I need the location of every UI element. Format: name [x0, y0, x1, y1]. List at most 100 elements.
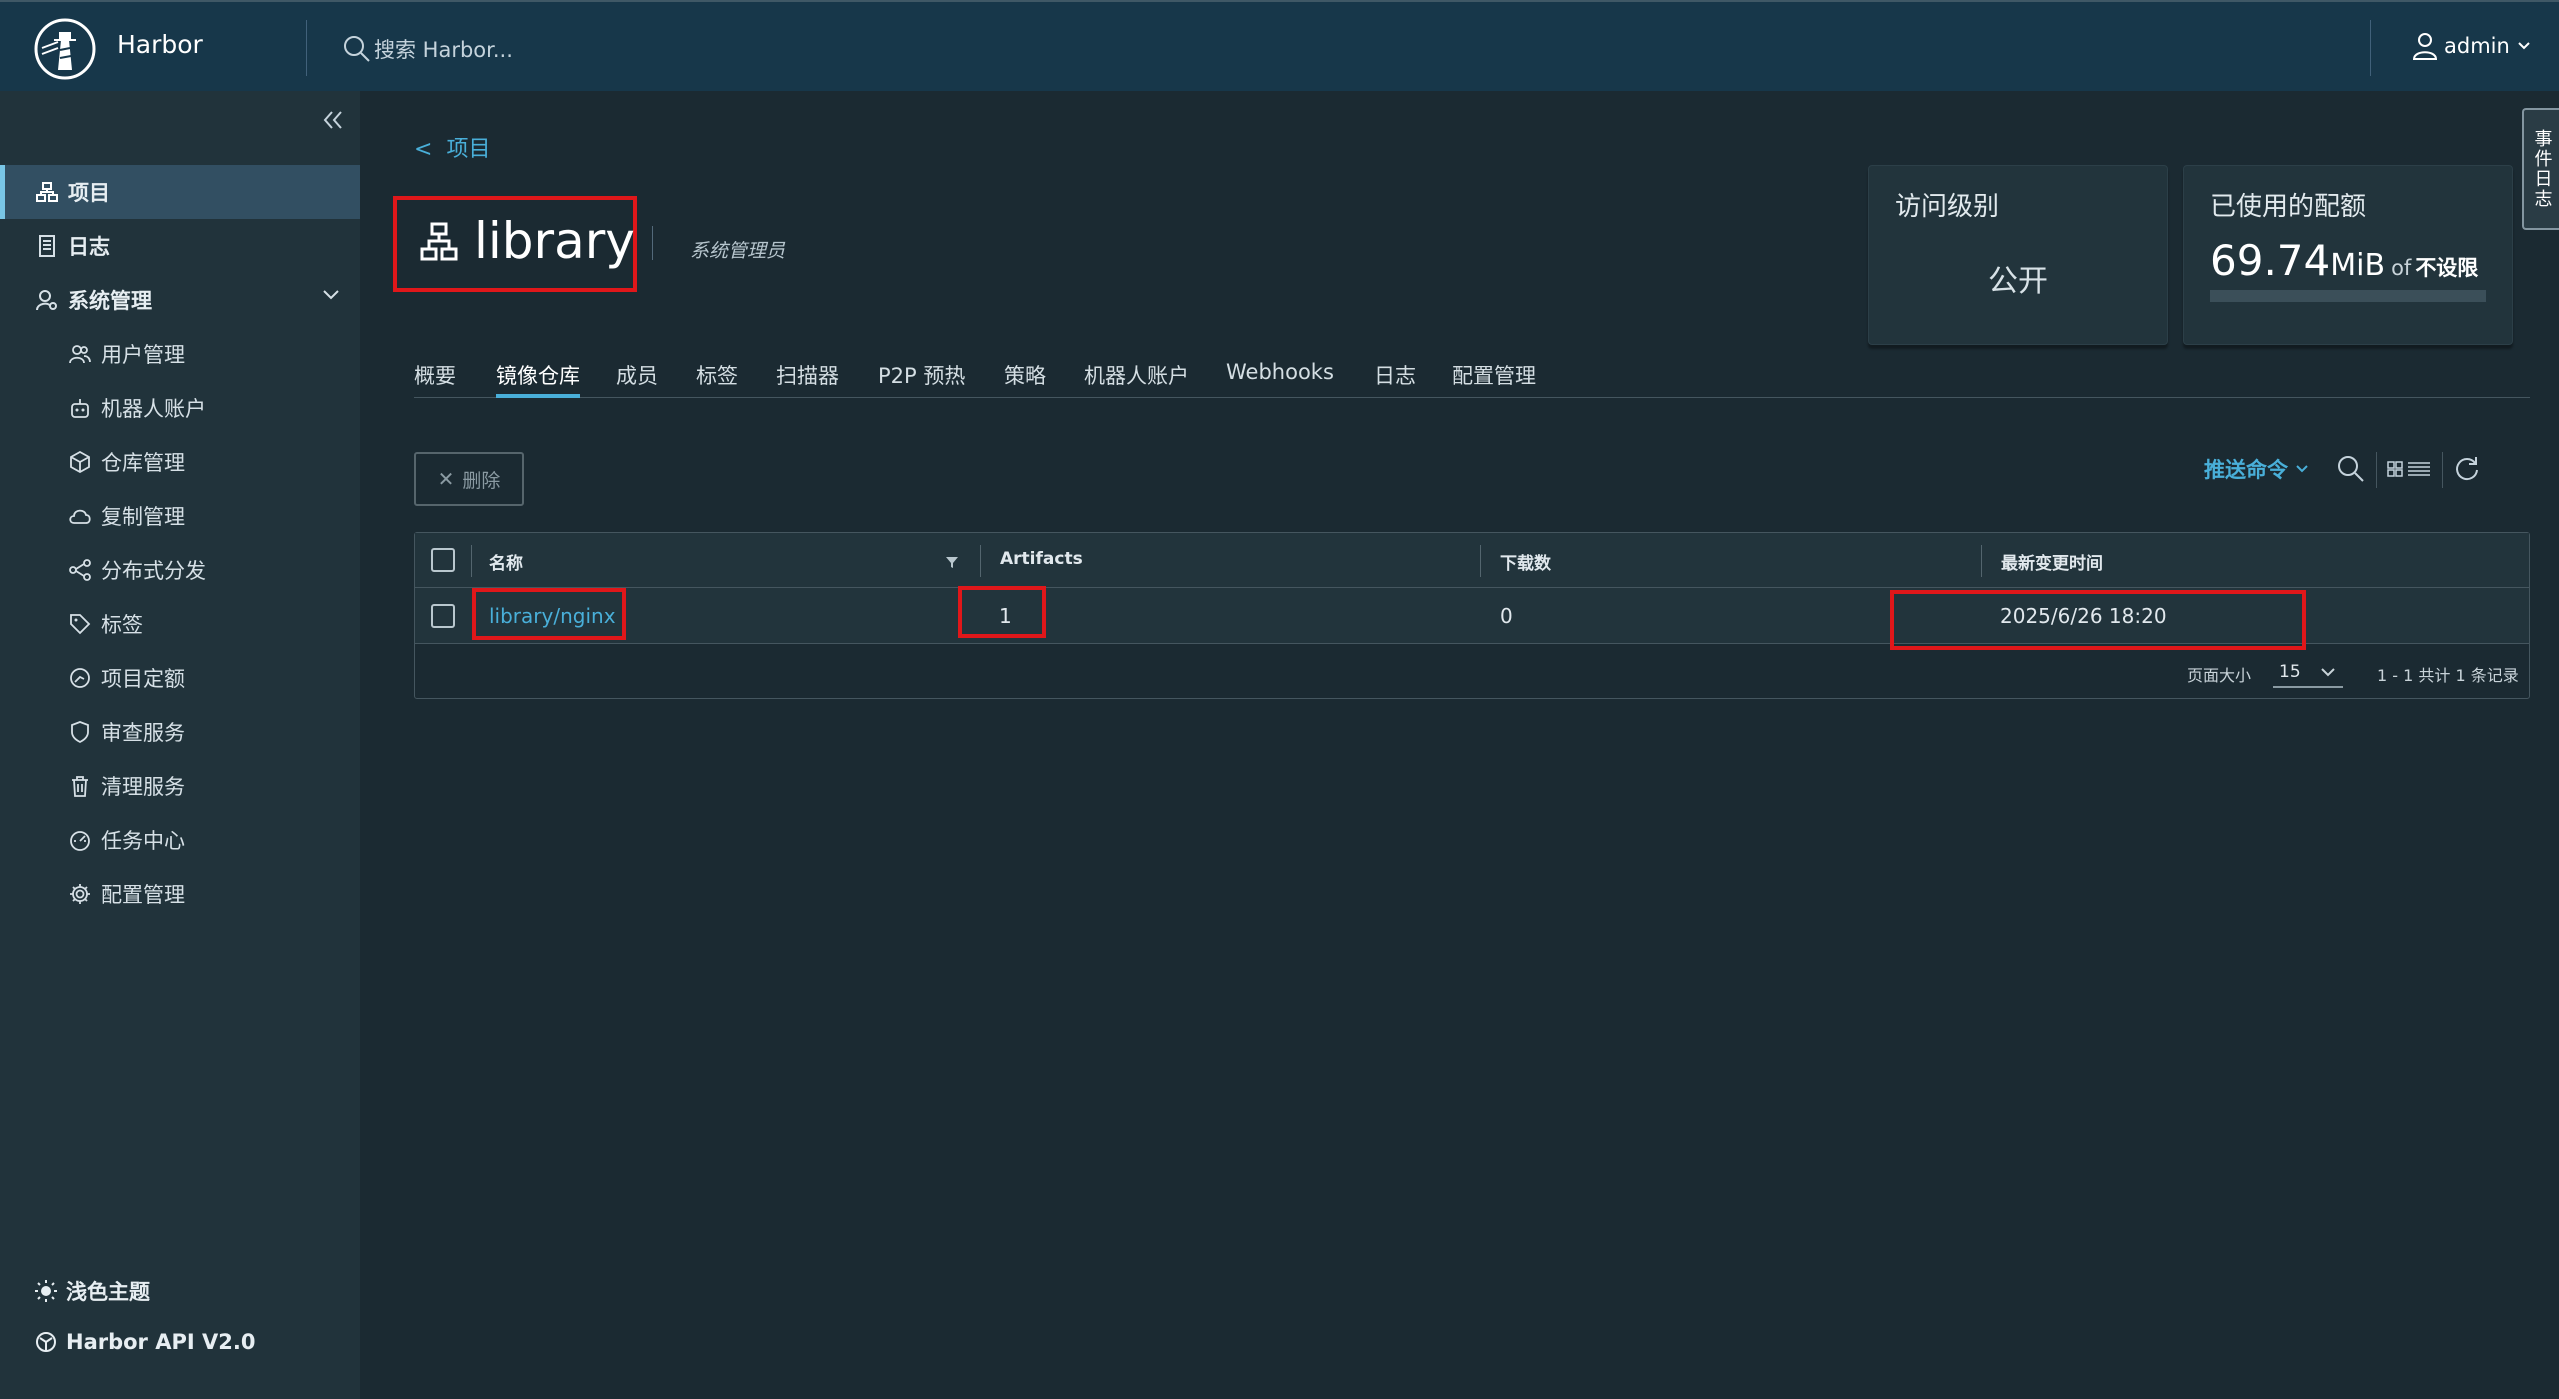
refresh-icon[interactable]	[2452, 453, 2482, 485]
sidebar-item-label: 分布式分发	[101, 559, 206, 583]
quota-usage: 69.74MiB of 不设限	[2210, 236, 2478, 285]
page-size-value: 15	[2279, 662, 2301, 682]
chevron-down-icon	[2296, 465, 2308, 473]
tab-repositories[interactable]: 镜像仓库	[496, 360, 580, 398]
trash-icon	[67, 773, 93, 799]
sidebar-item-quotas[interactable]: 项目定额	[0, 651, 360, 705]
role-label: 系统管理员	[690, 240, 786, 262]
push-command-dropdown[interactable]: 推送命令	[2204, 454, 2308, 484]
top-header: Harbor 搜索 Harbor... admin	[0, 0, 2559, 91]
sidebar-item-interrogation[interactable]: 审查服务	[0, 705, 360, 759]
highlight-box	[958, 586, 1046, 638]
tab-logs[interactable]: 日志	[1374, 360, 1416, 398]
event-log-label: 事件日志	[2531, 129, 2553, 209]
api-label: Harbor API V2.0	[66, 1330, 256, 1354]
sidebar-item-distribution[interactable]: 分布式分发	[0, 543, 360, 597]
theme-toggle[interactable]: 浅色主题	[34, 1276, 150, 1306]
sidebar-item-replication[interactable]: 复制管理	[0, 489, 360, 543]
event-log-tab[interactable]: 事件日志	[2522, 108, 2559, 230]
page-size-select[interactable]: 15	[2273, 654, 2343, 688]
tab-members[interactable]: 成员	[616, 360, 658, 398]
tab-summary[interactable]: 概要	[414, 360, 456, 398]
quota-unit: MiB	[2330, 248, 2386, 283]
gear-icon	[67, 881, 93, 907]
sidebar-item-label: 仓库管理	[101, 451, 185, 475]
sidebar-item-label: 项目定额	[101, 667, 185, 691]
sidebar-item-label: 清理服务	[101, 775, 185, 799]
chevron-down-icon	[2321, 668, 2335, 677]
sidebar-item-users[interactable]: 用户管理	[0, 327, 360, 381]
username: admin	[2444, 34, 2510, 58]
system-admin-icon	[34, 287, 60, 313]
tab-configuration[interactable]: 配置管理	[1452, 360, 1536, 398]
tab-scanner[interactable]: 扫描器	[776, 360, 839, 398]
registry-icon	[67, 449, 93, 475]
tab-labels[interactable]: 标签	[696, 360, 738, 398]
sidebar-item-projects[interactable]: 项目	[0, 165, 360, 219]
sidebar-item-label: 任务中心	[101, 829, 185, 853]
back-to-projects-link[interactable]: < 项目	[414, 131, 490, 163]
sidebar-item-job-center[interactable]: 任务中心	[0, 813, 360, 867]
logs-icon	[34, 233, 60, 259]
search-icon[interactable]	[2336, 453, 2366, 485]
sidebar-item-registries[interactable]: 仓库管理	[0, 435, 360, 489]
back-label: 项目	[446, 137, 491, 162]
downloads-count: 0	[1500, 604, 1513, 628]
project-tabs: 概要 镜像仓库 成员 标签 扫描器 P2P 预热 策略 机器人账户 Webhoo…	[414, 354, 2530, 398]
column-header-updated[interactable]: 最新变更时间	[2001, 549, 2103, 574]
sidebar-item-gc[interactable]: 清理服务	[0, 759, 360, 813]
projects-icon	[34, 179, 60, 205]
search-icon	[344, 36, 370, 62]
tab-policy[interactable]: 策略	[1004, 360, 1046, 398]
row-checkbox[interactable]	[431, 604, 455, 628]
sun-icon	[35, 1280, 57, 1302]
table-footer: 页面大小 15 1 - 1 共计 1 条记录	[415, 644, 2529, 699]
sidebar-item-label: 项目	[68, 181, 110, 205]
users-icon	[67, 341, 93, 367]
user-menu[interactable]: admin	[2412, 32, 2530, 60]
chevron-down-icon	[323, 290, 339, 300]
sidebar-item-robots[interactable]: 机器人账户	[0, 381, 360, 435]
tab-robot-accounts[interactable]: 机器人账户	[1084, 360, 1189, 398]
global-search[interactable]: 搜索 Harbor...	[342, 32, 513, 66]
page-title: library	[474, 212, 635, 270]
card-title: 已使用的配额	[2210, 192, 2367, 222]
sidebar-item-system-admin[interactable]: 系统管理	[0, 273, 360, 327]
header-divider	[2370, 20, 2371, 76]
title-divider	[652, 226, 653, 260]
access-level-value: 公开	[1988, 264, 2048, 299]
column-header-name[interactable]: 名称	[489, 549, 523, 574]
harbor-logo-icon[interactable]	[34, 18, 96, 80]
delete-button[interactable]: ✕ 删除	[414, 452, 524, 506]
quota-of: of	[2391, 256, 2412, 280]
quota-limit: 不设限	[2415, 256, 2479, 280]
sidebar-item-configuration[interactable]: 配置管理	[0, 867, 360, 921]
column-header-artifacts[interactable]: Artifacts	[1000, 549, 1083, 569]
delete-label: 删除	[462, 469, 501, 492]
toolbar-divider	[2376, 452, 2377, 488]
sidebar-item-label: 配置管理	[101, 883, 185, 907]
sidebar-item-logs[interactable]: 日志	[0, 219, 360, 273]
sidebar: 项目 日志 系统管理 用户管理 机器人账户 仓库管理 复制管理 分布式分发 标签…	[0, 91, 360, 1399]
view-toggle-icon[interactable]	[2386, 453, 2432, 485]
search-input[interactable]: 搜索 Harbor...	[374, 34, 513, 64]
column-header-downloads[interactable]: 下载数	[1500, 549, 1551, 574]
tab-webhooks[interactable]: Webhooks	[1226, 360, 1334, 398]
sidebar-item-label: 日志	[68, 235, 110, 259]
chevron-down-icon	[2518, 42, 2530, 50]
column-divider	[980, 545, 981, 577]
collapse-sidebar-icon[interactable]	[320, 107, 346, 133]
sidebar-item-labels[interactable]: 标签	[0, 597, 360, 651]
pagination-summary: 1 - 1 共计 1 条记录	[2377, 666, 2519, 685]
brand-name[interactable]: Harbor	[117, 30, 203, 59]
tab-p2p-preheat[interactable]: P2P 预热	[878, 360, 965, 398]
sidebar-item-label: 标签	[101, 613, 143, 637]
select-all-checkbox[interactable]	[431, 548, 455, 572]
sidebar-item-label: 系统管理	[68, 289, 152, 313]
api-link[interactable]: Harbor API V2.0	[34, 1330, 255, 1354]
access-level-card: 访问级别 公开	[1868, 165, 2168, 345]
table-header: 名称 Artifacts 下载数 最新变更时间	[415, 533, 2529, 588]
column-divider	[471, 545, 472, 577]
filter-icon[interactable]	[945, 555, 959, 569]
projects-icon	[420, 222, 458, 261]
